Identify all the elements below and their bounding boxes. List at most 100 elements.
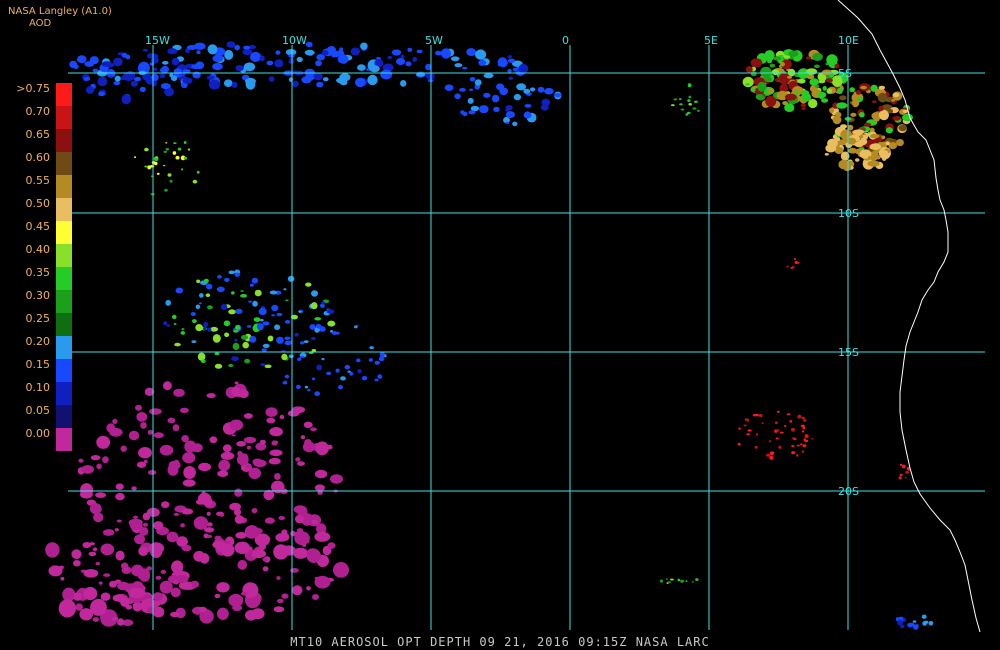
aerosol-pixel [898, 476, 902, 480]
aerosol-pixel [234, 381, 239, 385]
aerosol-pixel [220, 304, 228, 310]
aerosol-pixel [306, 586, 311, 591]
aerosol-pixel [244, 525, 260, 539]
aerosol-pixel [268, 457, 281, 465]
aerosol-pixel [110, 71, 116, 77]
aerosol-pixel [234, 272, 240, 277]
aerosol-pixel [321, 50, 329, 56]
aerosol-pixel [262, 557, 268, 562]
aerosol-pixel [667, 581, 671, 584]
aerosol-pixel [339, 54, 349, 64]
aerosol-pixel [114, 528, 119, 532]
aerosol-pixel [265, 407, 278, 417]
aerosol-pixel [754, 445, 758, 449]
aerosol-pixel [85, 86, 95, 94]
aerosol-pixel [825, 78, 833, 83]
aerosol-pixel [98, 581, 103, 585]
aerosol-pixel [60, 576, 65, 581]
aerosol-pixel [111, 616, 119, 621]
aerosol-pixel [142, 522, 148, 527]
aerosol-pixel [89, 503, 102, 515]
aerosol-pixel [181, 168, 184, 171]
aerosol-pixel [166, 324, 171, 327]
aerosol-pixel [184, 440, 197, 453]
aerosol-pixel [791, 445, 795, 447]
aerosol-pixel [159, 580, 173, 594]
aerosol-pixel [274, 324, 281, 331]
legend-swatch [56, 313, 72, 336]
aerosol-pixel [231, 81, 238, 88]
aerosol-pixel [311, 519, 318, 525]
aerosol-pixel [96, 435, 111, 449]
aerosol-pixel [182, 452, 196, 464]
aerosol-pixel [822, 86, 827, 91]
aerosol-pixel [232, 342, 240, 350]
legend-swatch [56, 106, 72, 129]
aerosol-pixel [212, 54, 224, 63]
aerosol-pixel [314, 317, 322, 321]
aerosol-pixel [374, 378, 379, 382]
aerosol-pixel [877, 92, 888, 103]
aerosol-pixel [491, 94, 500, 103]
aerosol-pixel [275, 50, 281, 55]
aerosol-pixel [801, 107, 806, 110]
aerosol-pixel [660, 579, 663, 583]
aerosol-pixel [234, 338, 238, 342]
aerosol-pixel [144, 165, 148, 168]
aerosol-pixel [780, 61, 785, 67]
aerosol-pixel [812, 52, 823, 62]
aerosol-pixel [737, 442, 741, 446]
aerosol-pixel [191, 64, 202, 70]
aerosol-pixel [338, 385, 343, 390]
legend-label: 0.45 [25, 220, 51, 233]
aerosol-pixel [840, 124, 848, 129]
legend-swatch [56, 221, 72, 244]
aerosol-pixel [849, 87, 855, 93]
aerosol-pixel [469, 88, 474, 92]
aerosol-pixel [454, 63, 463, 68]
aerosol-pixel [97, 76, 108, 87]
aerosol-pixel [858, 135, 864, 139]
aerosol-pixel [687, 83, 692, 88]
aerosol-pixel [505, 121, 510, 124]
aerosol-pixel [274, 59, 284, 68]
aerosol-pixel [276, 336, 284, 344]
aerosol-pixel [361, 376, 368, 381]
aerosol-pixel [693, 100, 698, 104]
aerosol-pixel [274, 473, 281, 480]
aerosol-pixel [128, 587, 146, 599]
aerosol-pixel [769, 451, 775, 456]
aerosol-pixel [167, 464, 179, 476]
aerosol-pixel [416, 49, 423, 54]
aerosol-pixel [523, 88, 531, 94]
aerosol-pixel [508, 76, 513, 81]
aerosol-pixel [173, 323, 177, 325]
aerosol-pixel [670, 578, 674, 581]
aerosol-pixel [330, 474, 343, 484]
aerosol-pixel [206, 393, 216, 399]
aerosol-pixel [156, 172, 160, 175]
legend-swatch [56, 336, 72, 359]
aerosol-pixel [266, 60, 274, 66]
aerosol-pixel [738, 427, 741, 430]
aerosol-pixel [134, 156, 137, 159]
aerosol-pixel [181, 544, 192, 552]
aerosol-pixel [271, 314, 276, 317]
aerosol-pixel [801, 450, 805, 453]
aerosol-pixel [147, 429, 153, 435]
aerosol-pixel [838, 159, 849, 170]
aerosol-pixel [235, 325, 241, 330]
aerosol-pixel [174, 459, 180, 465]
aerosol-pixel [902, 109, 908, 114]
aerosol-pixel [803, 419, 807, 422]
aerosol-pixel [312, 594, 319, 600]
aerosol-pixel [793, 257, 797, 261]
aerosol-pixel [904, 477, 907, 479]
aerosol-pixel [750, 58, 763, 68]
aerosol-pixel [671, 104, 675, 107]
aerosol-pixel [234, 515, 245, 524]
aerosol-pixel [90, 455, 101, 461]
aerosol-pixel [233, 508, 242, 516]
aerosol-pixel [165, 299, 171, 306]
aerosol-pixel [928, 621, 934, 626]
